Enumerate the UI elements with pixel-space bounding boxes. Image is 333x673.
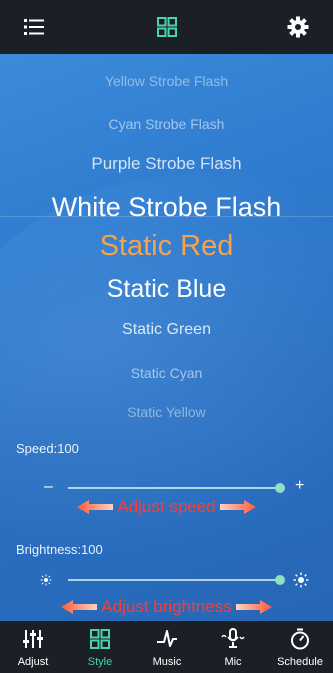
nav-label: Style [87,656,113,668]
brightness-slider-thumb[interactable] [275,575,285,585]
speed-minus-button[interactable]: – [44,478,53,496]
nav-item-schedule[interactable]: Schedule [267,621,333,673]
top-bar [0,0,333,54]
nav-item-mic[interactable]: Mic [200,621,266,673]
brightness-slider[interactable] [0,568,333,592]
grid-icon[interactable] [155,15,179,39]
bottom-nav: Adjust Style Music Mic Schedule [0,621,333,673]
left-arrow-icon [77,499,114,514]
style-panel: Yellow Strobe Flash Cyan Strobe Flash Pu… [0,54,333,621]
gear-icon[interactable] [286,15,310,39]
app-screen: Yellow Strobe Flash Cyan Strobe Flash Pu… [0,0,333,673]
mode-option[interactable]: Static Yellow [0,404,333,420]
microphone-icon [221,628,245,648]
speed-label: Speed:100 [16,441,79,456]
left-arrow-icon [61,599,98,614]
nav-label: Music [152,656,182,668]
nav-item-music[interactable]: Music [134,621,200,673]
mode-option[interactable]: Cyan Strobe Flash [0,116,333,132]
brightness-annotation: Adjust brightness [0,596,333,617]
speed-slider-thumb[interactable] [275,483,285,493]
music-note-icon [157,630,177,647]
right-arrow-icon [235,599,272,614]
mode-option[interactable]: White Strobe Flash [0,192,333,223]
nav-label: Adjust [17,656,49,668]
nav-label: Schedule [277,656,323,668]
grid-icon [90,629,110,649]
speed-slider-track[interactable] [68,487,280,489]
timer-icon [291,628,309,650]
mode-option[interactable]: Static Cyan [0,365,333,381]
right-arrow-icon [219,499,256,514]
nav-item-adjust[interactable]: Adjust [0,621,66,673]
sliders-icon [23,630,43,648]
mode-option[interactable]: Yellow Strobe Flash [0,73,333,89]
mode-option[interactable]: Purple Strobe Flash [0,154,333,174]
mode-option-selected[interactable]: Static Red [0,230,333,263]
list-menu-icon[interactable] [22,15,46,39]
brightness-annotation-text: Adjust brightness [101,596,232,616]
dim-sun-icon[interactable] [40,574,52,586]
speed-annotation-text: Adjust speed [117,496,216,516]
speed-annotation: Adjust speed [0,496,333,517]
speed-plus-button[interactable]: + [295,477,304,495]
mode-option[interactable]: Static Blue [0,275,333,304]
bright-sun-icon[interactable] [293,572,309,588]
brightness-slider-track[interactable] [68,579,280,581]
nav-label: Mic [224,656,242,668]
mode-option[interactable]: Static Green [0,321,333,339]
brightness-label: Brightness:100 [16,542,103,557]
nav-item-style[interactable]: Style [67,621,133,673]
